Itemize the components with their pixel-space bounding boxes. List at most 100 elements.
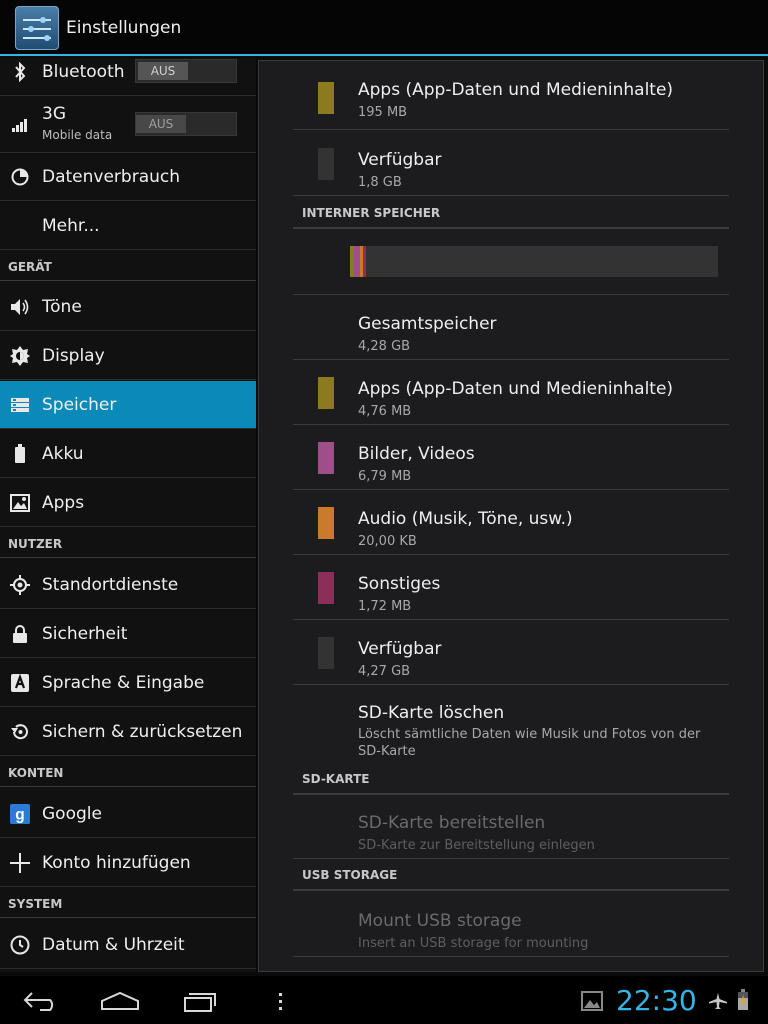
sidebar-item-bluetooth[interactable]: Bluetooth AUS [0, 58, 256, 96]
sidebar-item-sichern[interactable]: Sichern & zurücksetzen [0, 708, 256, 756]
mobile-data-toggle[interactable]: AUS [135, 112, 237, 136]
section-header-sd-karte: SD-KARTE [293, 765, 729, 795]
sidebar-item-apps[interactable]: Apps [0, 479, 256, 527]
back-icon[interactable] [22, 990, 60, 1016]
sidebar-item-label: Standortdienste [42, 575, 179, 595]
color-swatch [318, 637, 334, 669]
storage-item-apps-top[interactable]: Apps (App-Daten und Medieninhalte) 195 M… [293, 65, 729, 130]
storage-item-internal[interactable]: Bilder, Videos 6,79 MB [293, 425, 729, 490]
sidebar-item-datum-uhrzeit[interactable]: Datum & Uhrzeit [0, 921, 256, 969]
section-header-label: INTERNER SPEICHER [302, 206, 441, 220]
app-title: Einstellungen [66, 18, 182, 38]
sidebar-item-akku[interactable]: Akku [0, 430, 256, 478]
signal-icon [10, 115, 30, 135]
storage-item-value: 1,8 GB [358, 175, 402, 190]
google-icon: g [10, 804, 30, 824]
status-clock[interactable]: 22:30 [616, 984, 697, 1017]
section-header-konten: KONTEN [0, 757, 256, 787]
brightness-icon [10, 346, 30, 366]
sidebar-item-konto-hinzufuegen[interactable]: Konto hinzufügen [0, 839, 256, 887]
apps-icon [10, 493, 30, 513]
sidebar-item-label: Speicher [42, 395, 117, 415]
sidebar-item-sprache[interactable]: Sprache & Eingabe [0, 659, 256, 707]
usage-bar-segment-sonstiges [363, 246, 366, 277]
data-usage-icon [10, 167, 30, 187]
sidebar-item-mehr[interactable]: Mehr... [0, 202, 256, 250]
gallery-notification-icon[interactable] [581, 991, 603, 1015]
storage-item-description: SD-Karte zur Bereitstellung einlegen [358, 838, 595, 853]
sidebar-item-label: Datum & Uhrzeit [42, 935, 185, 955]
airplane-mode-icon [708, 992, 728, 1014]
storage-item-sd-loeschen[interactable]: SD-Karte löschen Löscht sämtliche Daten … [293, 684, 729, 766]
storage-item-title: Sonstiges [358, 574, 441, 594]
sidebar-item-sicherheit[interactable]: Sicherheit [0, 610, 256, 658]
storage-item-title: Apps (App-Daten und Medieninhalte) [358, 379, 674, 399]
storage-item-title: Audio (Musik, Töne, usw.) [358, 509, 573, 529]
color-swatch [318, 377, 334, 409]
storage-item-internal[interactable]: Audio (Musik, Töne, usw.) 20,00 KB [293, 490, 729, 555]
sidebar-item-label: Datenverbrauch [42, 167, 181, 187]
section-header-geraet: GERÄT [0, 251, 256, 281]
speaker-icon [10, 297, 30, 317]
storage-item-title: Apps (App-Daten und Medieninhalte) [358, 80, 674, 100]
sidebar-item-toene[interactable]: Töne [0, 283, 256, 331]
sidebar-item-google[interactable]: g Google [0, 790, 256, 838]
section-header-label: KONTEN [8, 766, 64, 780]
section-header-system: SYSTEM [0, 888, 256, 918]
storage-item-title: SD-Karte löschen [358, 703, 505, 723]
storage-item-description: Löscht sämtliche Daten wie Musik und Fot… [358, 727, 701, 759]
storage-item-internal[interactable]: Sonstiges 1,72 MB [293, 555, 729, 620]
storage-item-value: 4,76 MB [358, 404, 412, 419]
sidebar-item-speicher[interactable]: Speicher [0, 381, 256, 429]
action-bar: Einstellungen [0, 0, 768, 56]
menu-overflow-icon[interactable] [278, 992, 284, 1014]
recent-apps-icon[interactable] [184, 990, 220, 1016]
storage-item-description: Insert an USB storage for mounting [358, 936, 589, 951]
sidebar-item-label: Google [42, 804, 102, 824]
storage-item-usb-mount[interactable]: Mount USB storage Insert an USB storage … [293, 892, 729, 957]
system-navigation-bar: 22:30 [0, 976, 768, 1024]
sidebar-item-label: Akku [42, 444, 84, 464]
toggle-state-label: AUS [136, 115, 186, 133]
sidebar-item-datenverbrauch[interactable]: Datenverbrauch [0, 153, 256, 201]
storage-item-verfuegbar-top[interactable]: Verfügbar 1,8 GB [293, 131, 729, 196]
storage-item-title: SD-Karte bereitstellen [358, 813, 546, 833]
storage-item-internal[interactable]: Apps (App-Daten und Medieninhalte) 4,76 M… [293, 360, 729, 425]
sidebar-item-label: Bluetooth [42, 62, 125, 82]
color-swatch [318, 148, 334, 180]
sidebar-item-3g[interactable]: 3G Mobile data AUS [0, 96, 256, 153]
sidebar-item-display[interactable]: Display [0, 332, 256, 380]
storage-item-title: Bilder, Videos [358, 444, 475, 464]
sidebar-item-label: Mehr... [42, 216, 100, 236]
color-swatch [318, 442, 334, 474]
bluetooth-toggle[interactable]: AUS [135, 59, 237, 83]
storage-icon [10, 395, 30, 415]
clock-icon [10, 935, 30, 955]
settings-app-icon[interactable] [15, 6, 59, 50]
storage-details-pane: Apps (App-Daten und Medieninhalte) 195 M… [258, 60, 764, 972]
home-icon[interactable] [100, 990, 140, 1016]
section-header-label: NUTZER [8, 537, 63, 551]
storage-item-title: Mount USB storage [358, 911, 522, 931]
sidebar-item-sublabel: Mobile data [42, 128, 113, 142]
battery-icon [10, 444, 30, 464]
storage-item-internal[interactable]: Verfügbar 4,27 GB [293, 620, 729, 685]
sidebar-item-label: Töne [42, 297, 82, 317]
color-swatch [318, 82, 334, 114]
color-swatch [318, 572, 334, 604]
section-header-label: GERÄT [8, 260, 52, 274]
sidebar-item-label: Sichern & zurücksetzen [42, 722, 243, 742]
section-header-label: USB STORAGE [302, 868, 398, 882]
svg-text:g: g [15, 806, 24, 823]
storage-item-title: Verfügbar [358, 150, 442, 170]
sidebar-item-standortdienste[interactable]: Standortdienste [0, 561, 256, 609]
storage-item-internal[interactable]: Gesamtspeicher 4,28 GB [293, 295, 729, 360]
section-header-interner-speicher: INTERNER SPEICHER [293, 199, 729, 229]
sidebar-item-label: Sprache & Eingabe [42, 673, 205, 693]
keyboard-language-icon [10, 673, 30, 693]
lock-icon [10, 624, 30, 644]
storage-item-title: Gesamtspeicher [358, 314, 497, 334]
storage-item-value: 20,00 KB [358, 534, 417, 549]
storage-item-sd-bereitstellen[interactable]: SD-Karte bereitstellen SD-Karte zur Bere… [293, 794, 729, 859]
section-header-label: SYSTEM [8, 897, 63, 911]
